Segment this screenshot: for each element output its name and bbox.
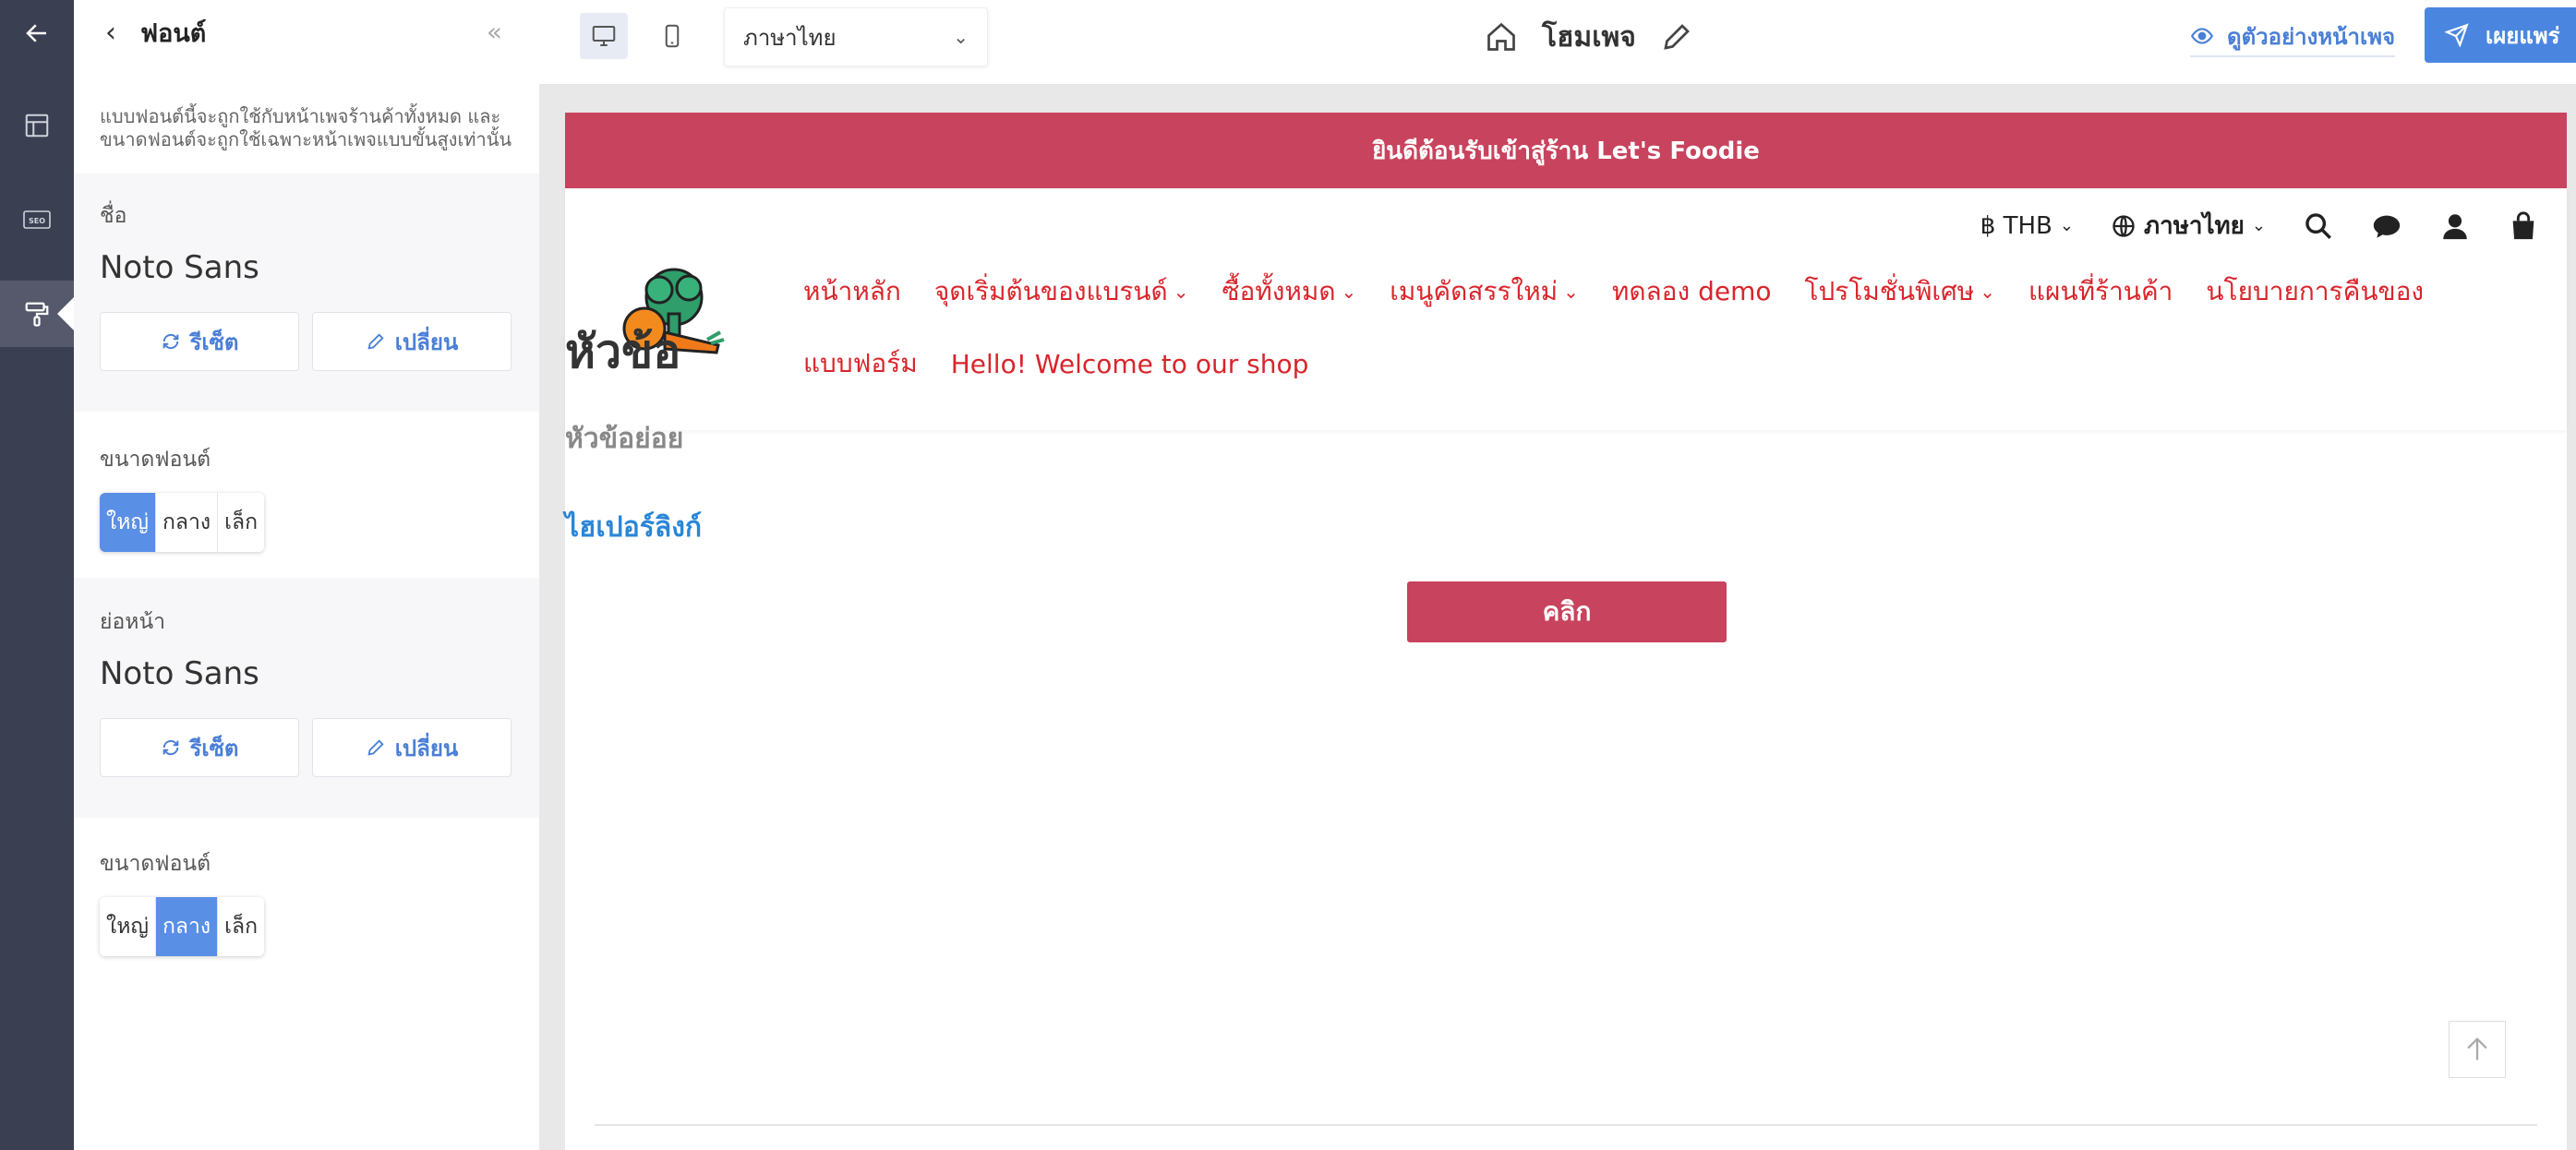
heading-font-name: Noto Sans — [100, 249, 259, 286]
collapse-panel-icon[interactable]: « — [487, 17, 502, 47]
body-font-name: Noto Sans — [100, 655, 259, 692]
active-indicator — [57, 297, 74, 330]
chevron-down-icon: ⌄ — [2251, 216, 2266, 235]
store-header: ฿ THB ⌄ ภาษาไทย ⌄ หน้าหลัก จุดเริ่มต้นขอ… — [565, 188, 2567, 430]
pencil-icon — [367, 739, 384, 756]
body-size-toggle: ใหญ่ กลาง เล็ก — [100, 897, 265, 956]
heading-font-label: ชื่อ — [100, 204, 127, 228]
heading-size-toggle: ใหญ่ กลาง เล็ก — [100, 493, 265, 552]
refresh-icon — [163, 739, 178, 756]
nav-item-new-menu[interactable]: เมนูคัดสรรใหม่ ⌄ — [1390, 271, 1579, 312]
arrow-up-icon — [2467, 1037, 2487, 1060]
refresh-icon — [163, 333, 178, 350]
body-size-medium[interactable]: กลาง — [156, 897, 219, 956]
header-utilities: ฿ THB ⌄ ภาษาไทย ⌄ — [1980, 207, 2539, 245]
chevron-down-icon: ⌄ — [1563, 281, 1579, 303]
language-select[interactable]: ภาษาไทย ⌄ — [724, 7, 988, 66]
seo-icon[interactable]: SEO — [0, 186, 74, 253]
nav-item-demo[interactable]: ทดลอง demo — [1612, 271, 1772, 312]
shopping-bag-icon[interactable] — [2508, 210, 2539, 242]
nav-item-return-policy[interactable]: นโยบายการคืนของ — [2206, 271, 2424, 312]
home-icon — [1487, 22, 1515, 51]
panel-header: ‹ ฟอนต์ « — [74, 0, 539, 65]
currency-selector[interactable]: ฿ THB ⌄ — [1980, 212, 2074, 240]
back-arrow-icon[interactable] — [0, 0, 74, 66]
heading-size-small[interactable]: เล็ก — [218, 493, 265, 552]
scroll-to-top-button[interactable] — [2449, 1021, 2506, 1078]
body-size-large[interactable]: ใหญ่ — [100, 897, 156, 956]
chevron-down-icon: ⌄ — [1980, 281, 1995, 303]
mobile-icon — [665, 24, 680, 48]
body-change-button[interactable]: เปลี่ยน — [312, 718, 512, 777]
heading-font-section: ชื่อ Noto Sans รีเซ็ต เปลี่ยน — [74, 174, 539, 412]
mobile-view-button[interactable] — [648, 13, 696, 59]
search-icon[interactable] — [2303, 210, 2334, 242]
chevron-down-icon: ⌄ — [1173, 281, 1189, 303]
content-hyperlink[interactable]: ไฮเปอร์ลิงก์ — [565, 506, 2567, 549]
left-rail: SEO — [0, 0, 74, 1150]
globe-icon — [2113, 214, 2135, 237]
heading-size-label: ขนาดฟอนต์ — [100, 448, 211, 472]
body-reset-label: รีเซ็ต — [189, 735, 239, 761]
svg-text:SEO: SEO — [29, 217, 45, 225]
body-font-section: ย่อหน้า Noto Sans รีเซ็ต เปลี่ยน — [74, 578, 539, 818]
nav-item-home[interactable]: หน้าหลัก — [803, 271, 901, 312]
user-icon[interactable] — [2439, 210, 2471, 242]
desktop-icon — [592, 26, 616, 46]
body-reset-button[interactable]: รีเซ็ต — [100, 718, 299, 777]
footer-divider — [595, 1124, 2537, 1126]
heading-size-large[interactable]: ใหญ่ — [100, 493, 156, 552]
nav-item-promotions[interactable]: โปรโมชั่นพิเศษ ⌄ — [1804, 271, 1995, 312]
preview-label: ดูตัวอย่างหน้าเพจ — [2227, 23, 2396, 50]
body-change-label: เปลี่ยน — [394, 735, 459, 761]
currency-value: ฿ THB — [1980, 211, 2052, 240]
body-size-small[interactable]: เล็ก — [218, 897, 265, 956]
panel-title: ฟอนต์ — [140, 18, 207, 48]
chevron-down-icon: ⌄ — [953, 26, 969, 48]
publish-button[interactable]: เผยแพร่ — [2425, 7, 2576, 63]
heading-reset-label: รีเซ็ต — [189, 329, 239, 355]
chevron-down-icon: ⌄ — [1341, 281, 1357, 303]
page-name-area: โฮมเพจ — [1485, 15, 1693, 59]
content-click-button[interactable]: คลิก — [1407, 581, 1727, 642]
body-size-label: ขนาดฟอนต์ — [100, 852, 211, 876]
nav-item-shop-all[interactable]: ซื้อทั้งหมด ⌄ — [1222, 271, 1356, 312]
heading-size-section: ขนาดฟอนต์ ใหญ่ กลาง เล็ก — [74, 412, 539, 578]
pencil-icon — [367, 333, 384, 350]
nav-item-store-map[interactable]: แผนที่ร้านค้า — [2028, 271, 2173, 312]
desktop-view-button[interactable] — [580, 13, 628, 59]
eye-icon — [2190, 28, 2214, 44]
store-language-selector[interactable]: ภาษาไทย ⌄ — [2111, 207, 2266, 245]
heading-change-button[interactable]: เปลี่ยน — [312, 312, 512, 371]
announcement-bar: ยินดีต้อนรับเข้าสู่ร้าน Let's Foodie — [565, 113, 2567, 188]
chevron-down-icon: ⌄ — [2059, 216, 2074, 235]
heading-size-medium[interactable]: กลาง — [156, 493, 219, 552]
heading-reset-button[interactable]: รีเซ็ต — [100, 312, 299, 371]
content-subheading: หัวข้อย่อย — [565, 423, 684, 455]
editor-topbar: ภาษาไทย ⌄ โฮมเพจ ดูตัวอย่างหน้าเพจ เผยแพ… — [539, 0, 2576, 85]
nav-item-brand-story[interactable]: จุดเริ่มต้นของแบรนด์ ⌄ — [934, 271, 1189, 312]
font-settings-panel: ‹ ฟอนต์ « แบบฟอนต์นี้จะถูกใช้กับหน้าเพจร… — [74, 0, 539, 1150]
chevron-left-icon[interactable]: ‹ — [105, 17, 116, 49]
body-size-section: ขนาดฟอนต์ ใหญ่ กลาง เล็ก — [74, 818, 539, 997]
store-language-value: ภาษาไทย — [2143, 212, 2245, 240]
send-icon — [2445, 23, 2469, 47]
content-heading: หัวข้อ — [565, 325, 681, 378]
body-font-label: ย่อหน้า — [100, 610, 166, 634]
layout-icon[interactable] — [0, 92, 74, 159]
edit-page-name-icon[interactable] — [1660, 20, 1693, 54]
panel-description: แบบฟอนต์นี้จะถูกใช้กับหน้าเพจร้านค้าทั้ง… — [74, 65, 539, 174]
page-name: โฮมเพจ — [1542, 20, 1636, 54]
heading-change-label: เปลี่ยน — [394, 329, 459, 355]
preview-page-link[interactable]: ดูตัวอย่างหน้าเพจ — [2190, 17, 2396, 57]
language-select-value: ภาษาไทย — [743, 24, 837, 51]
store-preview: ยินดีต้อนรับเข้าสู่ร้าน Let's Foodie ฿ T… — [565, 113, 2567, 1150]
chat-icon[interactable] — [2371, 210, 2402, 242]
publish-label: เผยแพร่ — [2486, 22, 2560, 49]
